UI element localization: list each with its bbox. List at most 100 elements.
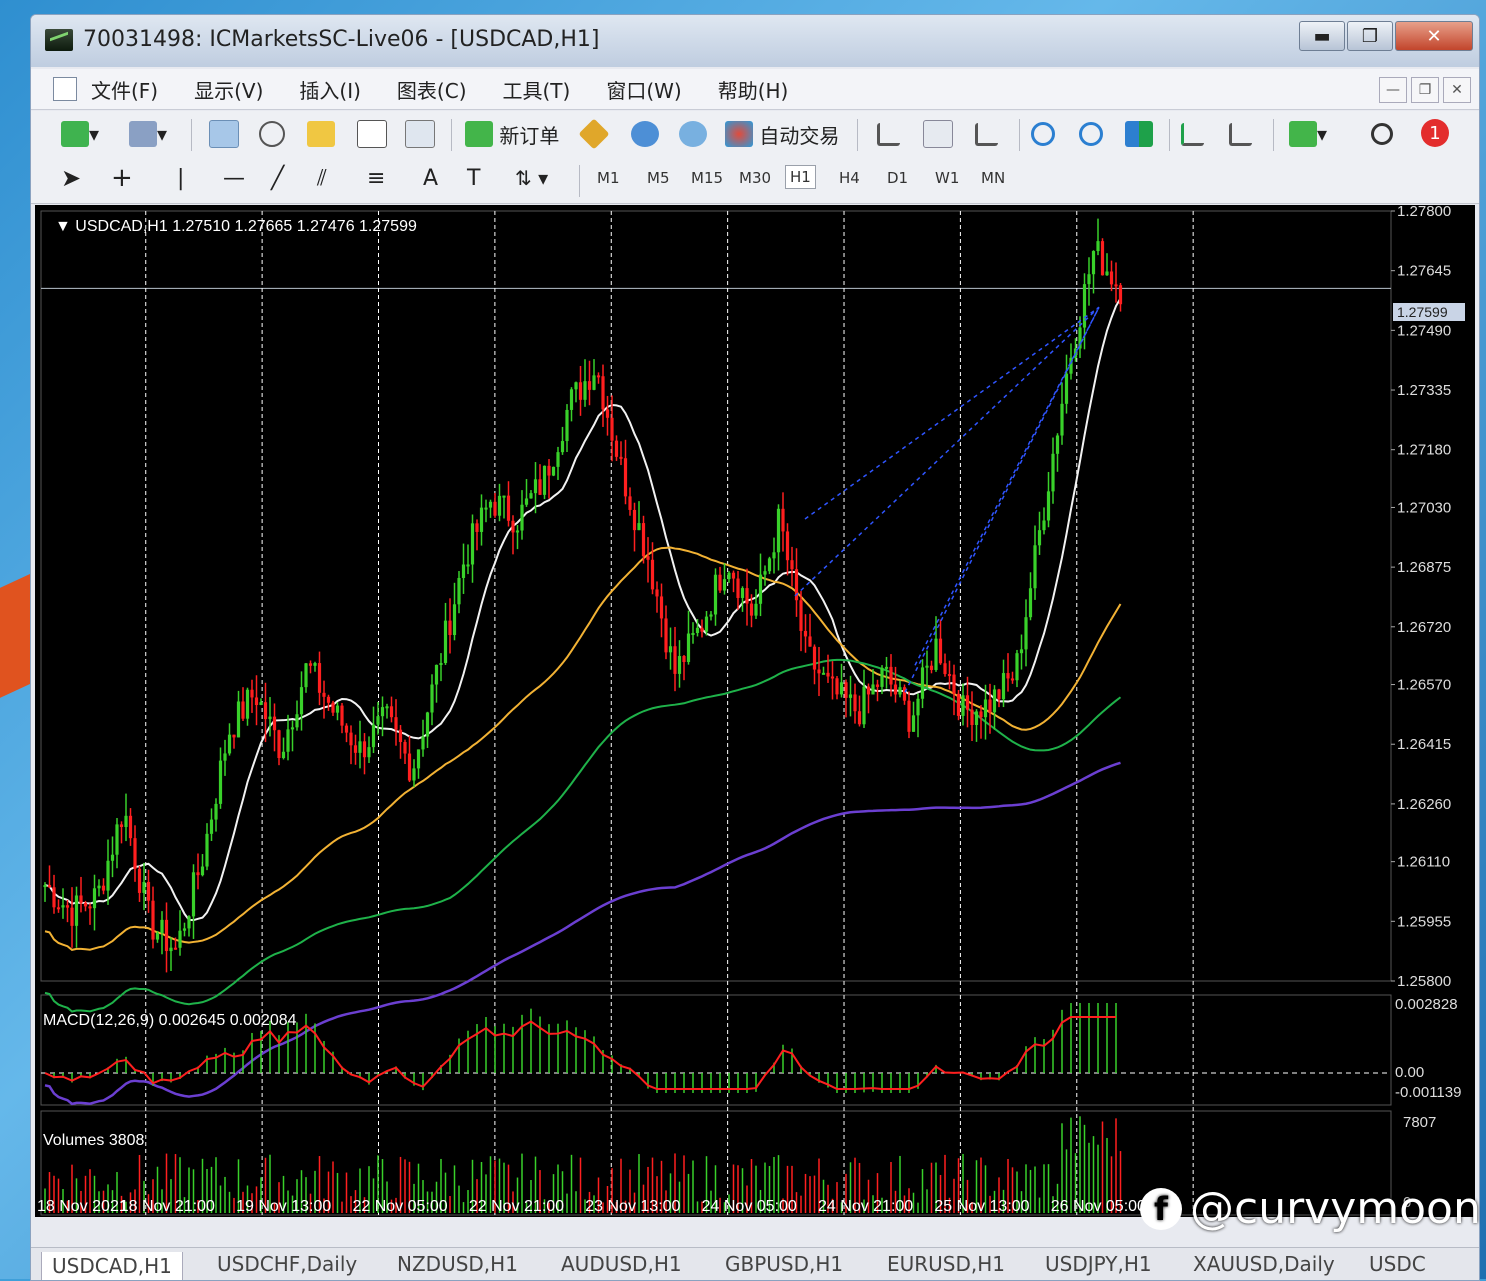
child-restore-icon[interactable]: ❐ [1411, 77, 1439, 103]
ma-long-line [44, 761, 1121, 1106]
candlestick-chart-icon[interactable] [923, 119, 953, 149]
candle-body [961, 695, 965, 716]
candle-body [587, 381, 592, 390]
maximize-button[interactable]: ❐ [1347, 21, 1393, 51]
tab-usdc[interactable]: USDC [1369, 1252, 1426, 1276]
tile-windows-icon[interactable] [1125, 119, 1153, 149]
text-icon[interactable]: A [423, 163, 438, 193]
menu-window[interactable]: 窗口(W) [606, 75, 681, 104]
timeframe-w1[interactable]: W1 [935, 169, 959, 187]
chart-shift-icon[interactable] [1229, 119, 1252, 149]
candle-body [641, 523, 646, 557]
candle-body [218, 760, 223, 804]
navigator-icon[interactable] [307, 119, 335, 149]
timeframe-m15[interactable]: M15 [691, 169, 723, 187]
trendline-icon[interactable]: ╱ [271, 163, 284, 193]
candle-body [839, 682, 844, 695]
profiles-icon[interactable]: ▾ [129, 119, 167, 149]
terminal-icon[interactable] [357, 119, 387, 149]
tab-xauusd-daily[interactable]: XAUUSD,Daily [1193, 1252, 1335, 1276]
metaeditor-icon[interactable] [578, 118, 610, 150]
title-bar[interactable]: 70031498: ICMarketsSC-Live06 - [USDCAD,H… [31, 15, 1479, 67]
candle-body [1064, 373, 1069, 404]
candle-body [727, 572, 731, 580]
search-icon[interactable] [1371, 119, 1393, 149]
child-close-icon[interactable]: ✕ [1443, 77, 1471, 103]
arrows-icon[interactable]: ⇅ ▾ [515, 163, 548, 193]
new-chart-icon[interactable]: ▾ [61, 119, 99, 149]
timeframe-h1[interactable]: H1 [785, 165, 816, 189]
tab-audusd-h1[interactable]: AUDUSD,H1 [561, 1252, 682, 1276]
tab-usdjpy-h1[interactable]: USDJPY,H1 [1045, 1252, 1152, 1276]
menu-charts[interactable]: 图表(C) [397, 75, 467, 104]
timeframe-d1[interactable]: D1 [887, 169, 908, 187]
chart-window-icon[interactable] [53, 77, 77, 101]
market-watch-icon[interactable] [209, 119, 239, 149]
menu-view[interactable]: 显示(V) [194, 75, 263, 104]
candle-body [187, 916, 191, 929]
cursor-icon[interactable]: ➤ [61, 163, 81, 193]
crosshair-icon[interactable]: + [111, 163, 133, 193]
text-label-icon[interactable]: T [467, 163, 480, 193]
tab-usdcad-h1[interactable]: USDCAD,H1 [41, 1252, 183, 1280]
menu-insert[interactable]: 插入(I) [299, 75, 361, 104]
timeframe-m5[interactable]: M5 [647, 169, 670, 187]
candle-body [88, 906, 92, 909]
menu-tools[interactable]: 工具(T) [503, 75, 571, 104]
date-label: 19 Nov 13:00 [236, 1198, 331, 1215]
chart-canvas[interactable]: 1.27800 1.27645 1.27490 1.27335 1.27180 1.270… [35, 205, 1475, 1217]
bar-chart-icon[interactable] [877, 119, 900, 149]
zoom-out-icon[interactable] [1079, 119, 1103, 149]
minimize-button[interactable]: ▬ [1299, 21, 1345, 51]
strategy-tester-icon[interactable] [405, 119, 435, 149]
candle-body [299, 687, 304, 715]
close-button[interactable]: ✕ [1395, 21, 1473, 51]
line-chart-icon[interactable] [975, 119, 998, 149]
candle-body [808, 636, 812, 647]
signals-icon[interactable] [679, 119, 707, 149]
tab-usdchf-daily[interactable]: USDCHF,Daily [217, 1252, 357, 1276]
candle-body [457, 577, 461, 605]
zoom-in-icon[interactable] [1031, 119, 1055, 149]
candle-body [1015, 653, 1019, 681]
candle-body [646, 556, 650, 560]
timeframe-m1[interactable]: M1 [597, 169, 620, 187]
menu-file[interactable]: 文件(F) [91, 75, 158, 104]
timeframe-mn[interactable]: MN [981, 169, 1005, 187]
candle-body [934, 638, 938, 670]
candle-body [74, 895, 79, 926]
candle-body [263, 702, 268, 720]
candle-body [254, 697, 259, 706]
new-order-button[interactable]: 新订单 [465, 119, 559, 149]
candle-body [560, 441, 565, 453]
candle-body [146, 881, 151, 901]
menu-help[interactable]: 帮助(H) [718, 75, 789, 104]
candle-body [893, 684, 898, 695]
vertical-line-icon[interactable]: | [177, 163, 184, 193]
timeframe-m30[interactable]: M30 [739, 169, 771, 187]
candle-body [196, 872, 200, 876]
timeframe-h4[interactable]: H4 [839, 169, 860, 187]
candle-body [709, 614, 713, 617]
chart-window[interactable]: 1.27800 1.27645 1.27490 1.27335 1.27180 1.270… [35, 205, 1475, 1217]
horizontal-line-icon[interactable]: — [223, 163, 245, 193]
indicators-icon[interactable]: ▾ [1289, 119, 1327, 149]
tab-nzdusd-h1[interactable]: NZDUSD,H1 [397, 1252, 518, 1276]
tab-eurusd-h1[interactable]: EURUSD,H1 [887, 1252, 1005, 1276]
candle-body [736, 578, 740, 598]
alert-badge[interactable]: 1 [1421, 119, 1449, 147]
app-icon [45, 29, 73, 51]
candle-body [749, 603, 754, 616]
candle-body [362, 741, 367, 758]
community-icon[interactable] [631, 119, 659, 149]
child-minimize-icon[interactable]: — [1379, 77, 1407, 103]
candle-body [295, 714, 299, 728]
auto-scroll-icon[interactable] [1181, 119, 1204, 149]
data-window-icon[interactable] [259, 119, 285, 149]
equidistant-channel-icon[interactable]: ⫽ [317, 163, 327, 193]
auto-trading-button[interactable]: 自动交易 [725, 119, 839, 149]
macd-label: MACD(12,26,9) 0.002645 0.002084 [43, 1012, 297, 1029]
tab-gbpusd-h1[interactable]: GBPUSD,H1 [725, 1252, 843, 1276]
fibonacci-icon[interactable]: ≡ [367, 163, 385, 193]
candle-body [938, 638, 943, 664]
